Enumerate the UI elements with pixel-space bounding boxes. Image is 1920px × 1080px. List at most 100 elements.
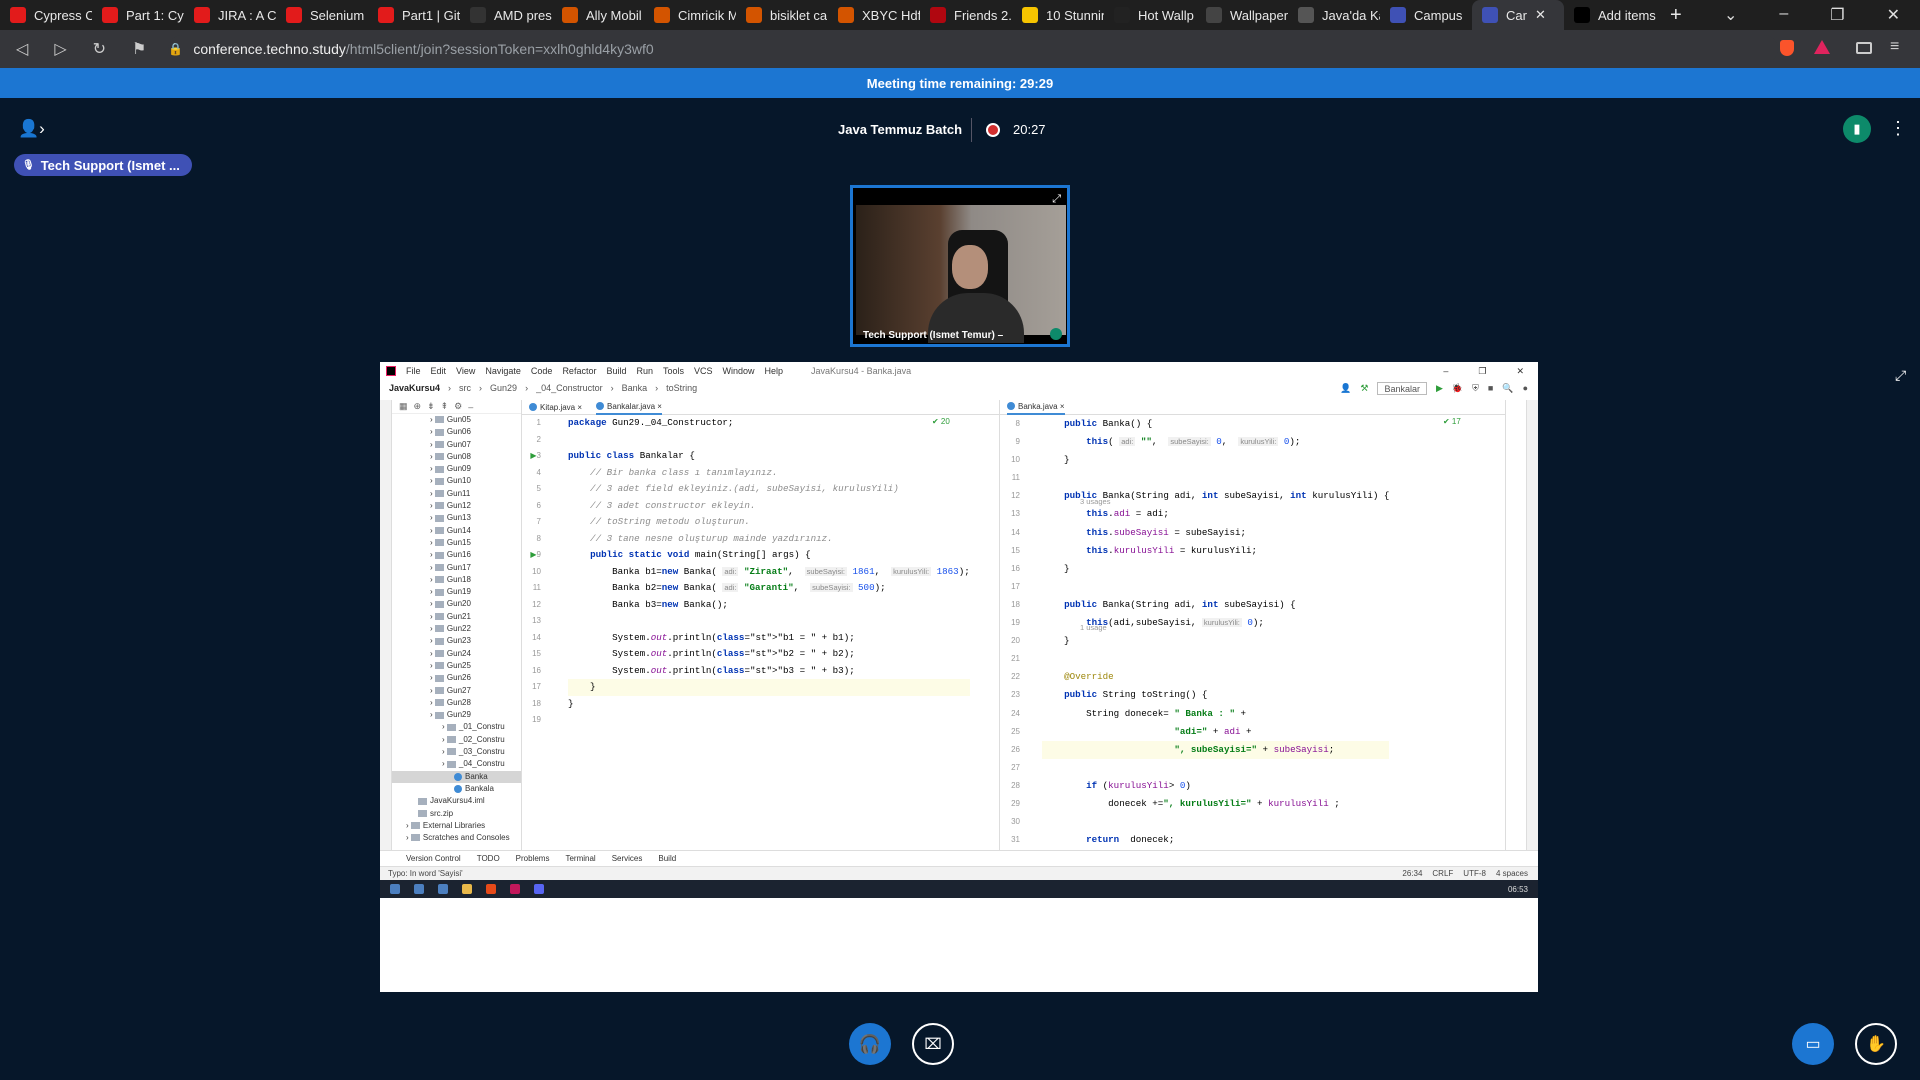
project-tree-item[interactable]: › Gun13 <box>392 512 521 524</box>
project-tree-item[interactable]: › _03_Constru <box>392 746 521 758</box>
browser-tab[interactable]: Cypress C <box>0 0 92 30</box>
expand-all-icon[interactable]: ⇟ <box>427 401 435 412</box>
ide-close-icon[interactable]: ✕ <box>1516 366 1524 377</box>
intellij-taskbar-icon[interactable] <box>510 884 520 894</box>
code-line[interactable]: if (kurulusYili> 0) <box>1042 777 1389 795</box>
code-line[interactable]: this.kurulusYili = kurulusYili; <box>1042 542 1389 560</box>
status-item[interactable]: 26:34 <box>1402 869 1422 878</box>
ide-menu-item[interactable]: Refactor <box>562 366 596 376</box>
code-line[interactable]: "adi=" + adi + <box>1042 723 1389 741</box>
project-tree-item[interactable]: › Gun20 <box>392 598 521 610</box>
fullscreen-icon[interactable]: ⤢ <box>1895 367 1906 384</box>
code-right[interactable]: public Banka() { this( adi: "", subeSayi… <box>1042 415 1390 850</box>
task-view-icon[interactable] <box>414 884 424 894</box>
project-tree-item[interactable]: JavaKursu4.iml <box>392 795 521 807</box>
code-line[interactable] <box>568 712 970 729</box>
ide-menu-item[interactable]: File <box>406 366 421 376</box>
ide-menu-item[interactable]: Window <box>723 366 755 376</box>
project-tree-item[interactable]: › Gun10 <box>392 475 521 487</box>
code-line[interactable]: return donecek; <box>1042 831 1389 849</box>
ide-menu-item[interactable]: VCS <box>694 366 713 376</box>
status-item[interactable]: CRLF <box>1432 869 1453 878</box>
chrome-icon[interactable] <box>486 884 496 894</box>
minimize-icon[interactable]: – <box>1779 5 1788 25</box>
code-line[interactable]: Banka b2=new Banka( adi: "Garanti", sube… <box>568 580 970 597</box>
brave-shield-icon[interactable] <box>1780 40 1794 56</box>
project-tree-item[interactable]: › Gun21 <box>392 611 521 623</box>
ide-menu-item[interactable]: Tools <box>663 366 684 376</box>
browser-tab[interactable]: Cimricik M <box>644 0 736 30</box>
code-line[interactable]: // toString metodu oluşturun. <box>568 514 970 531</box>
browser-tab[interactable]: XBYC Hdf <box>828 0 920 30</box>
gear-icon[interactable]: ⚙ <box>454 401 462 412</box>
code-line[interactable]: donecek +=", kurulusYili=" + kurulusYili… <box>1042 795 1389 813</box>
code-line[interactable] <box>1042 759 1389 777</box>
ide-menu-item[interactable]: View <box>456 366 475 376</box>
presentation-button[interactable]: ▭ <box>1792 1023 1834 1065</box>
code-line[interactable]: package Gun29._04_Constructor; <box>568 415 970 432</box>
editor-tab[interactable]: Bankalar.java × <box>596 400 662 415</box>
reload-icon[interactable]: ↻ <box>93 39 106 59</box>
connection-status-icon[interactable]: ▮ <box>1843 115 1871 143</box>
headphone-button[interactable]: 🎧 <box>849 1023 891 1065</box>
url-field[interactable]: 🔒 conference.techno.study/html5client/jo… <box>168 35 1779 63</box>
breadcrumb-item[interactable]: toString <box>666 383 697 393</box>
code-line[interactable]: public Banka() { <box>1042 415 1389 433</box>
project-tree-item[interactable]: › Gun27 <box>392 685 521 697</box>
stop-icon[interactable]: ■ <box>1488 383 1493 393</box>
tool-window-tab[interactable]: Terminal <box>565 854 595 863</box>
search-icon[interactable]: 🔍 <box>1502 383 1513 394</box>
options-menu-icon[interactable]: ⋮ <box>1889 118 1907 139</box>
ide-menu-item[interactable]: Run <box>636 366 653 376</box>
run-config-select[interactable]: Bankalar <box>1377 381 1427 395</box>
code-line[interactable] <box>1042 578 1389 596</box>
explorer-icon[interactable] <box>462 884 472 894</box>
project-tree-item[interactable]: › External Libraries <box>392 820 521 832</box>
project-tree-item[interactable]: › _01_Constru <box>392 721 521 733</box>
breadcrumb-item[interactable]: _04_Constructor <box>536 383 603 393</box>
browser-tab[interactable]: Wallpaper <box>1196 0 1288 30</box>
code-line[interactable]: public String toString() { <box>1042 686 1389 704</box>
user-list-toggle-icon[interactable]: 👤› <box>18 119 45 139</box>
project-tree-item[interactable]: › Gun25 <box>392 660 521 672</box>
project-tree-item[interactable]: › Gun18 <box>392 574 521 586</box>
back-icon[interactable]: ◁ <box>16 39 28 59</box>
webcam-video[interactable]: ⤢ Tech Support (Ismet Temur) – <box>850 185 1070 347</box>
breadcrumb-item[interactable]: src <box>459 383 471 393</box>
project-tree-item[interactable]: › Gun11 <box>392 488 521 500</box>
project-tree-item[interactable]: src.zip <box>392 808 521 820</box>
code-line[interactable]: public static void main(String[] args) { <box>568 547 970 564</box>
tool-window-tab[interactable]: Problems <box>516 854 550 863</box>
status-item[interactable]: UTF-8 <box>1463 869 1486 878</box>
breadcrumb-item[interactable]: Gun29 <box>490 383 517 393</box>
camera-button[interactable]: ⌧ <box>912 1023 954 1065</box>
layout-icon[interactable]: ▦ <box>399 401 408 412</box>
browser-tab[interactable]: Campus <box>1380 0 1472 30</box>
ide-menu-item[interactable]: Build <box>606 366 626 376</box>
code-line[interactable]: } <box>1042 632 1389 650</box>
new-tab-icon[interactable]: + <box>1670 4 1682 27</box>
code-line[interactable]: } <box>1042 451 1389 469</box>
editor-tab[interactable]: Banka.java × <box>1007 400 1065 415</box>
project-tree-item[interactable]: › Gun19 <box>392 586 521 598</box>
code-line[interactable] <box>1042 650 1389 668</box>
ide-menu-item[interactable]: Code <box>531 366 553 376</box>
code-line[interactable]: System.out.println(class="st">"b2 = " + … <box>568 646 970 663</box>
project-tree-item[interactable]: › Gun09 <box>392 463 521 475</box>
forward-icon[interactable]: ▷ <box>54 39 66 59</box>
code-line[interactable]: Banka b3=new Banka(); <box>568 597 970 614</box>
project-tree-item[interactable]: › Gun22 <box>392 623 521 635</box>
collapse-all-icon[interactable]: ⇞ <box>441 401 449 412</box>
run-gutter-icon[interactable]: ▶ <box>530 550 536 559</box>
browser-tab[interactable]: Selenium <box>276 0 368 30</box>
run-gutter-icon[interactable]: ▶ <box>530 451 536 460</box>
project-tree-item[interactable]: › Gun29 <box>392 709 521 721</box>
browser-menu-icon[interactable]: ≡ <box>1890 38 1899 56</box>
project-tree-item[interactable]: › Gun05 <box>392 414 521 426</box>
code-line[interactable] <box>568 432 970 449</box>
close-tab-icon[interactable]: × <box>1058 402 1065 411</box>
project-tree-item[interactable]: › Gun26 <box>392 672 521 684</box>
browser-tab[interactable]: Car ✕ <box>1472 0 1564 30</box>
usages-hint[interactable]: 3 usages <box>1080 497 1110 506</box>
close-tab-icon[interactable]: × <box>575 403 582 412</box>
